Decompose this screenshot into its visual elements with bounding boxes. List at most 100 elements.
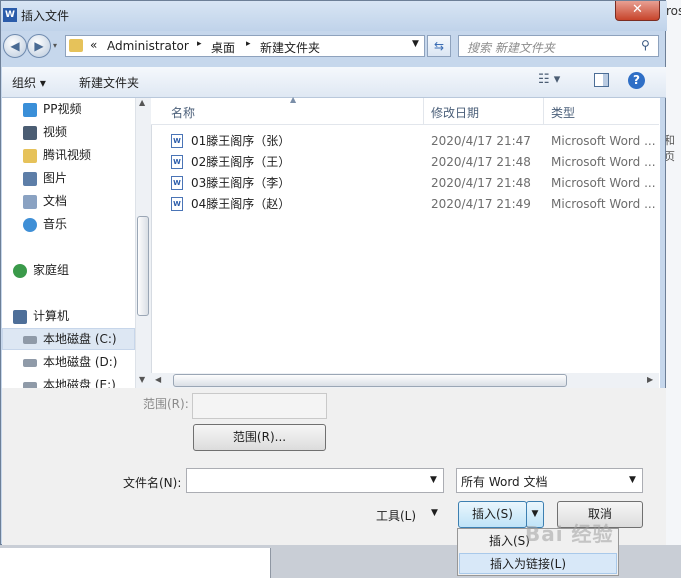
breadcrumb-item[interactable]: 桌面 bbox=[211, 39, 235, 56]
close-button[interactable]: ✕ bbox=[615, 1, 660, 21]
breadcrumb-separator-icon[interactable]: ▸ bbox=[197, 39, 202, 49]
scroll-left-icon[interactable]: ◀ bbox=[155, 375, 161, 384]
insert-button[interactable]: 插入(S) bbox=[458, 501, 527, 528]
sidebar-item-drive-e[interactable]: 本地磁盘 (E:) bbox=[23, 375, 116, 388]
search-input[interactable]: 搜索 新建文件夹 ⚲ bbox=[458, 35, 659, 57]
file-type: Microsoft Word ... bbox=[551, 176, 656, 190]
recent-pages-chevron-icon[interactable]: ▾ bbox=[53, 41, 63, 51]
title-bar[interactable]: W 插入文件 ✕ bbox=[1, 1, 667, 31]
sidebar-item-label: 家庭组 bbox=[33, 263, 70, 277]
sidebar-item-label: 本地磁盘 (E:) bbox=[43, 378, 116, 388]
range-field[interactable] bbox=[192, 393, 327, 419]
music-icon bbox=[23, 217, 37, 232]
drive-c-icon bbox=[23, 335, 37, 344]
sidebar-item-music[interactable]: 音乐 bbox=[23, 214, 67, 234]
watermark: Bai 经验 bbox=[525, 522, 614, 546]
word-document-icon: W bbox=[171, 155, 183, 169]
column-header: 名称 ▲ 修改日期 类型 bbox=[151, 95, 659, 125]
file-date: 2020/4/17 21:49 bbox=[431, 197, 531, 211]
back-button[interactable]: ◀ bbox=[3, 34, 27, 58]
range-label: 范围(R): bbox=[143, 397, 189, 411]
filetype-dropdown-icon[interactable]: ▼ bbox=[629, 475, 636, 485]
column-divider[interactable] bbox=[543, 98, 544, 124]
help-icon[interactable]: ? bbox=[628, 72, 645, 89]
menu-item-insert-as-link[interactable]: 插入为链接(L) bbox=[459, 553, 617, 574]
sidebar-item-drive-c[interactable]: 本地磁盘 (C:) bbox=[23, 329, 117, 349]
file-type: Microsoft Word ... bbox=[551, 155, 656, 169]
sidebar-item-label: 本地磁盘 (C:) bbox=[43, 332, 117, 346]
filetype-value: 所有 Word 文档 bbox=[461, 475, 548, 489]
view-options-icon[interactable]: ☷ ▾ bbox=[538, 72, 560, 87]
filename-label: 文件名(N): bbox=[123, 476, 182, 490]
range-button[interactable]: 范围(R)... bbox=[193, 424, 326, 451]
sidebar-item-ppvideo[interactable]: PP视频 bbox=[23, 99, 81, 119]
refresh-button[interactable]: ⇆ bbox=[427, 35, 451, 57]
sidebar-item-label: 音乐 bbox=[43, 217, 68, 231]
new-folder-button[interactable]: 新建文件夹 bbox=[79, 74, 139, 91]
background-text: 和页 bbox=[664, 134, 675, 163]
filename-dropdown-icon[interactable]: ▼ bbox=[430, 475, 437, 485]
sidebar-item-computer[interactable]: 计算机 bbox=[13, 306, 69, 326]
sidebar-item-label: 腾讯视频 bbox=[43, 148, 92, 162]
file-row[interactable]: W 04滕王阁序（赵） 2020/4/17 21:49 Microsoft Wo… bbox=[169, 194, 659, 214]
file-row[interactable]: W 01滕王阁序（张） 2020/4/17 21:47 Microsoft Wo… bbox=[169, 131, 659, 151]
sidebar-item-label: 图片 bbox=[43, 171, 68, 185]
horizontal-scroll-thumb[interactable] bbox=[173, 374, 567, 387]
search-icon[interactable]: ⚲ bbox=[641, 38, 650, 52]
file-date: 2020/4/17 21:47 bbox=[431, 134, 531, 148]
drive-icon bbox=[23, 358, 37, 367]
folder-icon bbox=[23, 148, 37, 163]
scroll-right-icon[interactable]: ▶ bbox=[647, 375, 653, 384]
tools-menu-button[interactable]: 工具(L) bbox=[376, 507, 416, 524]
forward-button[interactable]: ▶ bbox=[27, 34, 51, 58]
homegroup-icon bbox=[13, 263, 27, 278]
organize-menu-button[interactable]: 组织 ▾ bbox=[12, 74, 46, 91]
preview-pane-icon[interactable] bbox=[594, 73, 609, 87]
background-ruler: ros 和页 bbox=[664, 0, 681, 578]
breadcrumb-separator-icon[interactable]: ▸ bbox=[246, 39, 251, 49]
column-type[interactable]: 类型 bbox=[551, 104, 575, 121]
filetype-select[interactable]: 所有 Word 文档 ▼ bbox=[456, 468, 643, 493]
folder-video-icon bbox=[23, 102, 37, 117]
column-modified[interactable]: 修改日期 bbox=[431, 104, 479, 121]
address-bar[interactable]: « Administrator ▸ 桌面 ▸ 新建文件夹 ▼ bbox=[65, 35, 425, 57]
column-name[interactable]: 名称 bbox=[171, 104, 195, 121]
navigation-scrollbar[interactable]: ▲ ▼ bbox=[135, 98, 151, 388]
sidebar-item-documents[interactable]: 文档 bbox=[23, 191, 67, 211]
computer-icon bbox=[13, 309, 27, 324]
file-name: 03滕王阁序（李） bbox=[191, 176, 291, 190]
sidebar-item-label: 视频 bbox=[43, 125, 68, 139]
file-row[interactable]: W 02滕王阁序（王） 2020/4/17 21:48 Microsoft Wo… bbox=[169, 152, 659, 172]
sidebar-item-label: PP视频 bbox=[43, 102, 82, 116]
sidebar-item-videos[interactable]: 视频 bbox=[23, 122, 67, 142]
film-icon bbox=[23, 125, 37, 140]
word-document-icon: W bbox=[171, 176, 183, 190]
filename-input[interactable]: ▼ bbox=[186, 468, 444, 493]
sidebar-item-drive-d[interactable]: 本地磁盘 (D:) bbox=[23, 352, 117, 372]
column-divider[interactable] bbox=[423, 98, 424, 124]
address-dropdown-icon[interactable]: ▼ bbox=[412, 39, 419, 49]
file-row[interactable]: W 03滕王阁序（李） 2020/4/17 21:48 Microsoft Wo… bbox=[169, 173, 659, 193]
scroll-down-icon[interactable]: ▼ bbox=[139, 375, 145, 384]
sidebar-item-label: 计算机 bbox=[33, 309, 70, 323]
sidebar-item-homegroup[interactable]: 家庭组 bbox=[13, 260, 69, 280]
scroll-thumb[interactable] bbox=[137, 216, 149, 316]
picture-icon bbox=[23, 171, 37, 186]
tools-dropdown-icon[interactable]: ▼ bbox=[431, 508, 438, 518]
breadcrumb-item[interactable]: 新建文件夹 bbox=[260, 39, 320, 56]
file-date: 2020/4/17 21:48 bbox=[431, 176, 531, 190]
breadcrumb-overflow[interactable]: « bbox=[90, 38, 97, 52]
command-toolbar: 组织 ▾ 新建文件夹 ☷ ▾ ? bbox=[2, 67, 666, 98]
file-name: 02滕王阁序（王） bbox=[191, 155, 291, 169]
scroll-up-icon[interactable]: ▲ bbox=[139, 98, 145, 107]
sidebar-item-label: 本地磁盘 (D:) bbox=[43, 355, 118, 369]
sidebar-item-tencent-video[interactable]: 腾讯视频 bbox=[23, 145, 91, 165]
file-name: 04滕王阁序（赵） bbox=[191, 197, 291, 211]
sidebar-item-pictures[interactable]: 图片 bbox=[23, 168, 67, 188]
search-placeholder: 搜索 新建文件夹 bbox=[467, 41, 555, 55]
folder-icon bbox=[69, 39, 83, 52]
background-page bbox=[0, 548, 271, 578]
file-type: Microsoft Word ... bbox=[551, 134, 656, 148]
breadcrumb-item[interactable]: Administrator bbox=[107, 39, 189, 53]
word-app-icon: W bbox=[3, 8, 17, 22]
